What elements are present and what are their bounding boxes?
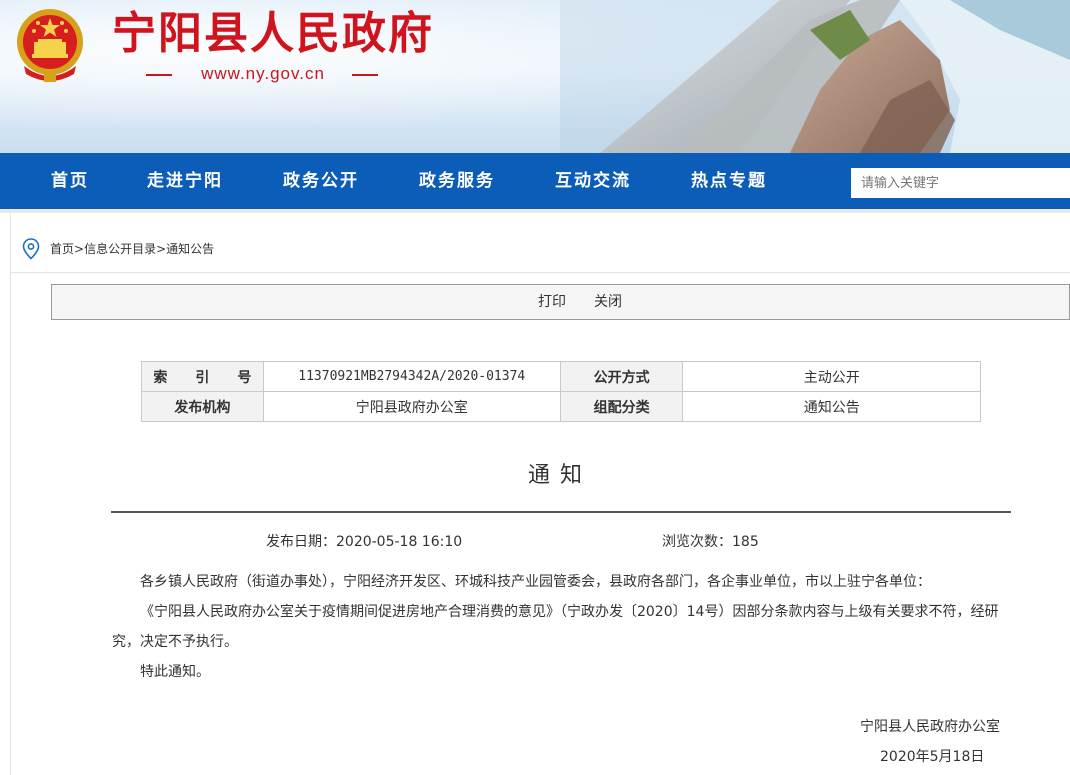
index-value: 11370921MB2794342A/2020-01374 (262, 361, 561, 392)
breadcrumb-notices[interactable]: 通知公告 (166, 242, 214, 256)
nav-item-interaction[interactable]: 互动交流 (555, 153, 631, 209)
header-landscape-image (560, 0, 1070, 153)
breadcrumb-catalog[interactable]: 信息公开目录 (84, 242, 156, 256)
article-paragraph: 《宁阳县人民政府办公室关于疫情期间促进房地产合理消费的意见》（宁政办发〔2020… (112, 604, 999, 650)
nav-shadow (0, 209, 1070, 213)
nav-item-gov-affairs[interactable]: 政务公开 (283, 153, 359, 209)
breadcrumb-home[interactable]: 首页 (50, 242, 74, 256)
print-button[interactable]: 打印 (538, 293, 566, 311)
url-dash-right (352, 74, 378, 76)
signature-date: 2020年5月18日 (880, 749, 985, 765)
nav-item-topics[interactable]: 热点专题 (691, 153, 767, 209)
site-url-wrap: www.ny.gov.cn (146, 64, 378, 84)
signature: 宁阳县人民政府办公室 (860, 719, 1000, 735)
disclosure-label: 公开方式 (559, 361, 684, 392)
location-pin-icon (22, 238, 40, 260)
url-dash-left (146, 74, 172, 76)
disclosure-value: 主动公开 (682, 361, 981, 392)
table-row: 发布机构 宁阳县政府办公室 组配分类 通知公告 (141, 391, 981, 422)
close-button[interactable]: 关闭 (594, 293, 622, 311)
view-count: 浏览次数：185 (662, 534, 759, 550)
national-emblem-icon (17, 9, 83, 82)
content-left-border (10, 213, 11, 775)
publish-date: 发布日期：2020-05-18 16:10 (266, 534, 463, 550)
breadcrumb-divider (10, 272, 1070, 273)
site-header: 宁阳县人民政府 www.ny.gov.cn (0, 0, 1070, 153)
title-divider (111, 511, 1011, 513)
article-title: 通知 (527, 463, 592, 488)
category-label: 组配分类 (559, 391, 684, 422)
issuer-value: 宁阳县政府办公室 (262, 391, 561, 422)
article-toolbar: 打印 关闭 (51, 284, 1070, 320)
article-paragraph: 各乡镇人民政府（街道办事处），宁阳经济开发区、环城科技产业园管委会，县政府各部门… (140, 574, 931, 590)
article-body: 各乡镇人民政府（街道办事处），宁阳经济开发区、环城科技产业园管委会，县政府各部门… (112, 567, 1010, 687)
category-value: 通知公告 (682, 391, 981, 422)
index-label: 索 引 号 (141, 361, 264, 392)
site-url: www.ny.gov.cn (201, 64, 325, 83)
breadcrumb-links: 首页>信息公开目录>通知公告 (50, 238, 214, 260)
nav-item-about[interactable]: 走进宁阳 (147, 153, 223, 209)
table-row: 索 引 号 11370921MB2794342A/2020-01374 公开方式… (141, 361, 981, 392)
nav-item-home[interactable]: 首页 (51, 153, 89, 209)
breadcrumb-separator: > (74, 242, 85, 256)
nav-item-services[interactable]: 政务服务 (419, 153, 495, 209)
breadcrumb-separator: > (156, 242, 167, 256)
site-title: 宁阳县人民政府 (112, 8, 434, 59)
document-info-table: 索 引 号 11370921MB2794342A/2020-01374 公开方式… (141, 361, 981, 422)
search-input[interactable] (851, 168, 1070, 198)
issuer-label: 发布机构 (141, 391, 264, 422)
article-paragraph: 特此通知。 (140, 664, 210, 680)
